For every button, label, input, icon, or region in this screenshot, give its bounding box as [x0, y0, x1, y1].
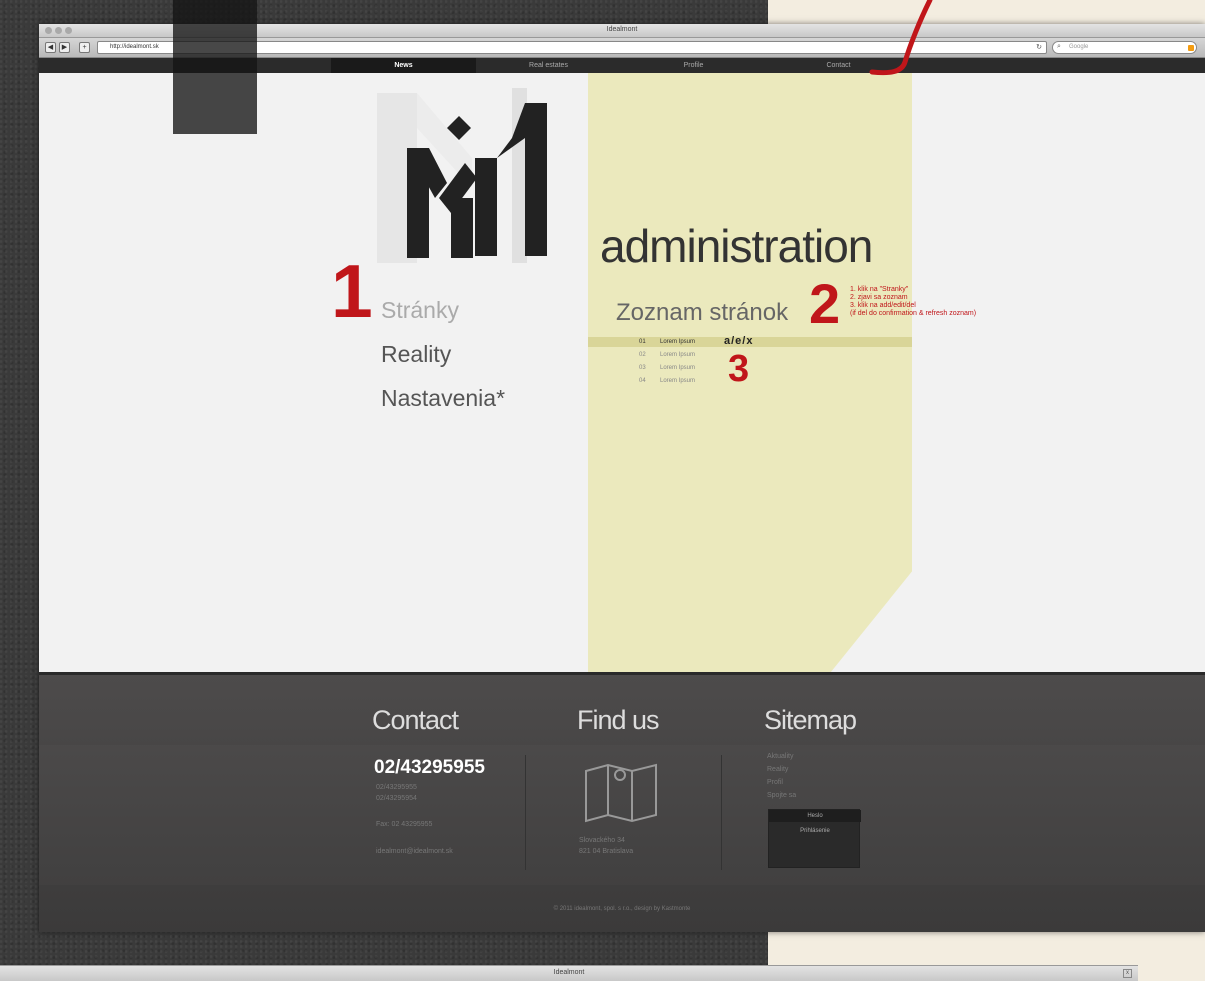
annotation-number-3: 3	[728, 348, 750, 390]
menu-item-reality[interactable]: Reality	[381, 341, 451, 368]
footer-phone-2: 02/43295955	[376, 784, 417, 791]
search-placeholder: Google	[1069, 44, 1089, 50]
back-button[interactable]: ◀	[45, 42, 56, 53]
instructions-note: 1. klik na "Stranky" 2. zjavi sa zoznam …	[850, 286, 976, 318]
footer-divider	[721, 755, 722, 870]
footer-divider	[525, 755, 526, 870]
menu-item-stranky[interactable]: Stránky	[381, 297, 459, 324]
row-action-icons[interactable]: a/e/x	[724, 335, 753, 347]
footer: Contact Find us Sitemap 02/43295955 02/4…	[39, 672, 1205, 932]
forward-button[interactable]: ▶	[59, 42, 70, 53]
footer-fax: Fax: 02 43295955	[376, 821, 433, 828]
footer-findus-title: Find us	[577, 705, 660, 735]
menu-item-nastavenia[interactable]: Nastavenia*	[381, 385, 505, 412]
page-title: administration	[600, 220, 873, 272]
annotation-number-1: 1	[331, 249, 373, 333]
annotation-number-2: 2	[809, 272, 841, 335]
red-marker-stroke	[869, 0, 933, 76]
sitemap-link-profil[interactable]: Profil	[767, 779, 783, 786]
list-item[interactable]: 02 Lorem Ipsum	[639, 352, 695, 362]
second-window-title: Idealmont	[553, 969, 585, 976]
footer-address-2: 821 04 Bratislava	[579, 848, 634, 855]
list-item[interactable]: 04 Lorem Ipsum	[639, 378, 695, 388]
search-icon: ⌕	[1057, 43, 1061, 50]
sitemap-link-spojte-sa[interactable]: Spojte sa	[767, 792, 796, 799]
reload-icon[interactable]: ↻	[1036, 43, 1042, 51]
tape-overlay	[173, 0, 257, 134]
instruction-line: 3. klik na add/edit/del	[850, 302, 916, 309]
list-item[interactable]: 01 Lorem Ipsum	[639, 339, 695, 349]
login-field[interactable]: Heslo	[769, 810, 861, 822]
instruction-line: (if del do confirmation & refresh zoznam…	[850, 310, 977, 317]
search-input[interactable]: ⌕ Google	[1052, 41, 1197, 54]
instruction-line: 2. zjavi sa zoznam	[850, 294, 908, 301]
second-window-titlebar: Idealmont x	[0, 965, 1138, 981]
close-icon[interactable]: x	[1123, 969, 1132, 978]
sitemap-link-reality[interactable]: Reality	[767, 766, 788, 773]
login-label: Prihlásenie	[800, 828, 830, 834]
footer-phone[interactable]: 02/43295955	[374, 757, 485, 779]
list-item[interactable]: 03 Lorem Ipsum	[639, 365, 695, 375]
admin-panel-background	[588, 73, 912, 696]
nav-item-profile[interactable]: Profile	[621, 58, 766, 73]
login-box[interactable]: Heslo Prihlásenie	[768, 809, 861, 868]
browser-window: Idealmont ◀ ▶ + http://idealmont.sk ↻ ⌕ …	[39, 24, 1205, 932]
sitemap-link-aktuality[interactable]: Aktuality	[767, 753, 793, 760]
nav-item-news[interactable]: News	[331, 58, 476, 73]
footer-phone-3: 02/43295954	[376, 795, 417, 802]
footer-address-1: Slovackého 34	[579, 837, 625, 844]
footer-email[interactable]: idealmont@idealmont.sk	[376, 848, 453, 855]
footer-contact-title: Contact	[372, 705, 459, 735]
rss-icon[interactable]	[1188, 45, 1194, 51]
nav-item-real-estates[interactable]: Real estates	[476, 58, 621, 73]
main-content: 1 Stránky Reality Nastavenia* administra…	[39, 73, 1205, 696]
instruction-line: 1. klik na "Stranky"	[850, 286, 909, 293]
logo-icon	[377, 88, 547, 263]
footer-sitemap-title: Sitemap	[764, 705, 857, 735]
section-title: Zoznam stránok	[616, 299, 789, 326]
url-text: http://idealmont.sk	[110, 44, 159, 50]
copyright: © 2011 idealmont, spol. s r.o., design b…	[553, 906, 691, 912]
map-icon[interactable]	[584, 763, 659, 823]
bookmark-button[interactable]: +	[79, 42, 90, 53]
